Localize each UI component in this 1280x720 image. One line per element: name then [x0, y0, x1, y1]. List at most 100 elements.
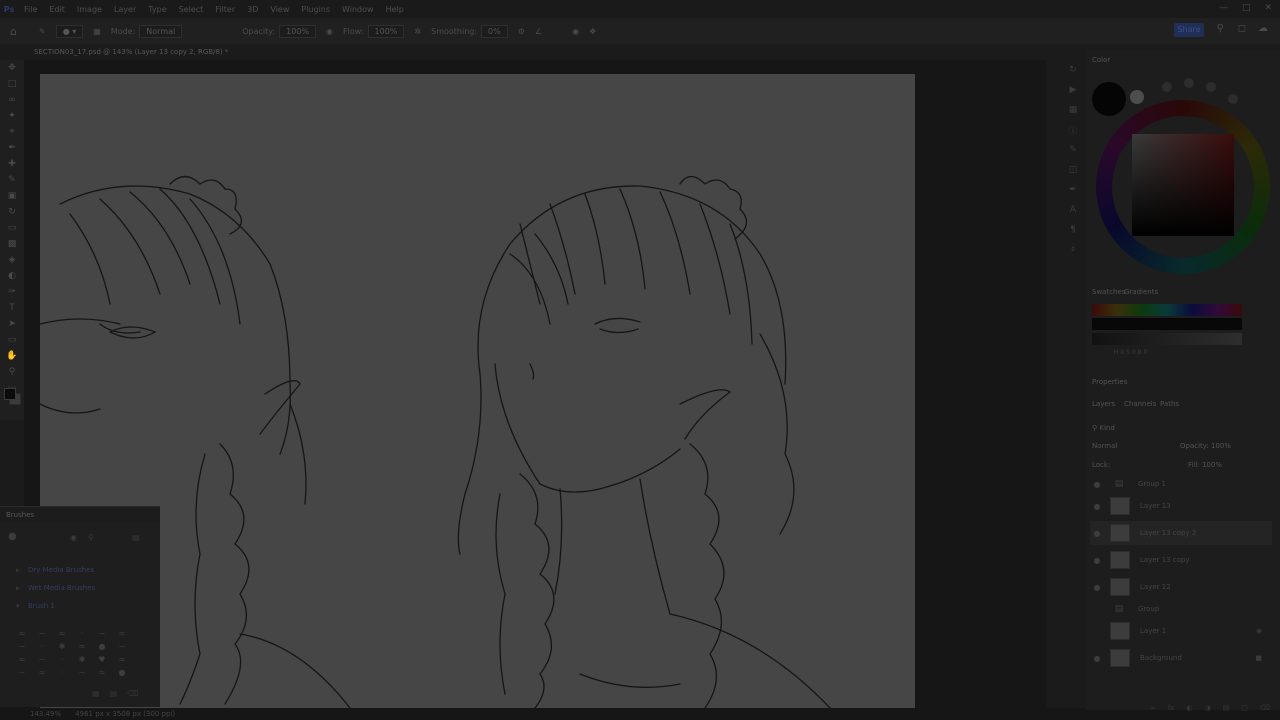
visibility-icon[interactable]: ●	[1090, 480, 1104, 489]
brush-preset[interactable]: ≈	[54, 629, 70, 639]
clone-source-icon[interactable]: ◫	[1062, 160, 1084, 180]
brush-preset[interactable]: ∼	[74, 668, 90, 678]
brush-preset[interactable]: ∼	[14, 642, 30, 652]
hue-slider[interactable]	[1092, 304, 1242, 316]
history-brush-tool-icon[interactable]: ↻	[0, 204, 24, 220]
layer-row-layer-1[interactable]: Layer 1 ◉	[1090, 619, 1272, 643]
menu-image[interactable]: Image	[71, 5, 108, 14]
glyphs-icon[interactable]: ♯	[1062, 240, 1084, 260]
visibility-icon[interactable]: ●	[1090, 529, 1104, 538]
marquee-tool-icon[interactable]: □	[0, 76, 24, 92]
brush-preset[interactable]: ≈	[34, 668, 50, 678]
mode-dropdown[interactable]: Normal	[139, 24, 183, 38]
brush-preset[interactable]: ∼	[94, 629, 110, 639]
visibility-icon[interactable]: ●	[1090, 654, 1104, 663]
color-well[interactable]	[1162, 82, 1172, 92]
background-color-circle[interactable]	[1130, 90, 1144, 104]
eraser-tool-icon[interactable]: ▭	[0, 220, 24, 236]
gray-slider[interactable]	[1092, 333, 1242, 345]
layer-opacity-field[interactable]: 100%	[1211, 442, 1231, 450]
brush-settings-icon[interactable]: ▦	[92, 689, 100, 698]
new-brush-icon[interactable]: ▤	[110, 689, 118, 698]
color-well[interactable]	[1184, 78, 1194, 88]
blur-tool-icon[interactable]: ◈	[0, 252, 24, 268]
layers-tab[interactable]: Layers	[1092, 400, 1115, 408]
zoom-tool-icon[interactable]: ⚲	[0, 364, 24, 380]
document-canvas[interactable]	[40, 74, 915, 708]
crop-tool-icon[interactable]: ⌖	[0, 124, 24, 140]
minimize-icon[interactable]: —	[1219, 3, 1228, 13]
menu-view[interactable]: View	[264, 5, 295, 14]
brush-tool-icon[interactable]: ✎	[0, 172, 24, 188]
swatches-tab[interactable]: Swatches	[1092, 288, 1125, 296]
close-icon[interactable]: ✕	[1264, 3, 1272, 13]
layer-row-layer-13-copy[interactable]: ● Layer 13 copy	[1090, 548, 1272, 572]
brush-settings-icon[interactable]: ▦	[93, 27, 101, 36]
share-button[interactable]: Share	[1174, 23, 1204, 37]
layer-fill-field[interactable]: 100%	[1202, 461, 1222, 469]
opacity-field[interactable]: 100%	[279, 24, 317, 38]
brush-settings-icon[interactable]: ✎	[1062, 140, 1084, 160]
menu-3d[interactable]: 3D	[241, 5, 264, 14]
menu-edit[interactable]: Edit	[43, 5, 71, 14]
menu-help[interactable]: Help	[380, 5, 410, 14]
brush-search-icon[interactable]: ⚲	[88, 533, 94, 542]
zoom-level[interactable]: 143.49%	[30, 710, 61, 718]
new-layer-icon[interactable]: □	[1241, 704, 1248, 712]
character-icon[interactable]: A	[1062, 200, 1084, 220]
brush-preset[interactable]: ●	[94, 642, 110, 652]
properties-panel-title[interactable]: Properties	[1092, 378, 1127, 386]
brush-preset[interactable]: ·	[54, 668, 70, 678]
brush-preset[interactable]: ≈	[114, 629, 130, 639]
visibility-icon[interactable]: ●	[1090, 502, 1104, 511]
new-group-icon[interactable]: ▤	[1223, 704, 1230, 712]
info-icon[interactable]: ⓘ	[1062, 120, 1084, 140]
delete-layer-icon[interactable]: ⌫	[1260, 704, 1270, 712]
libraries-icon[interactable]: ▦	[1062, 100, 1084, 120]
type-tool-icon[interactable]: T	[0, 300, 24, 316]
shape-tool-icon[interactable]: ▭	[0, 332, 24, 348]
brush-preset[interactable]: ✱	[54, 642, 70, 652]
brush-preset[interactable]: ·	[54, 655, 70, 665]
adjustment-layer-icon[interactable]: ◑	[1205, 704, 1211, 712]
workspace-icon[interactable]: ◻	[1238, 23, 1246, 34]
brush-preset[interactable]: ≈	[74, 642, 90, 652]
healing-tool-icon[interactable]: ✚	[0, 156, 24, 172]
brush-group-dry-media[interactable]: ▸ Dry Media Brushes	[0, 561, 160, 579]
symmetry-icon[interactable]: ❖	[589, 27, 596, 36]
path-select-tool-icon[interactable]: ➤	[0, 316, 24, 332]
layer-row-layer-12[interactable]: ● Layer 12	[1090, 575, 1272, 599]
move-tool-icon[interactable]: ✥	[0, 60, 24, 76]
brush-preset[interactable]: ≈	[14, 655, 30, 665]
visibility-icon[interactable]: ●	[1090, 556, 1104, 565]
lasso-tool-icon[interactable]: ∞	[0, 92, 24, 108]
brush-preset[interactable]: ·	[34, 642, 50, 652]
brightness-slider[interactable]	[1092, 318, 1242, 330]
brush-tool-icon[interactable]: ✎	[39, 27, 46, 36]
menu-filter[interactable]: Filter	[209, 5, 241, 14]
gradients-tab[interactable]: Gradients	[1124, 288, 1158, 296]
brush-preset[interactable]: ♥	[94, 655, 110, 665]
angle-icon[interactable]: ∠	[535, 27, 542, 36]
delete-brush-icon[interactable]: ⌫	[127, 689, 138, 698]
layer-row-group-1[interactable]: ● ▤ Group 1	[1090, 472, 1272, 496]
layer-row-group[interactable]: ▤ Group	[1090, 597, 1272, 621]
menu-select[interactable]: Select	[173, 5, 210, 14]
brush-preset[interactable]: ●	[114, 668, 130, 678]
pen-tool-icon[interactable]: ✑	[0, 284, 24, 300]
cloud-icon[interactable]: ☁	[1258, 23, 1268, 34]
hand-tool-icon[interactable]: ✋	[0, 348, 24, 364]
menu-file[interactable]: File	[18, 5, 43, 14]
color-well[interactable]	[1206, 82, 1216, 92]
saturation-brightness-square[interactable]	[1132, 134, 1234, 236]
home-icon[interactable]: ⌂	[10, 25, 17, 38]
new-brush-folder-icon[interactable]: ▤	[132, 533, 140, 542]
brush-group-wet-media[interactable]: ▸ Wet Media Brushes	[0, 579, 160, 597]
color-well[interactable]	[1228, 94, 1238, 104]
menu-plugins[interactable]: Plugins	[295, 5, 336, 14]
paragraph-icon[interactable]: ¶	[1062, 220, 1084, 240]
layer-mask-icon[interactable]: ◐	[1186, 704, 1192, 712]
brush-preset[interactable]: ≈	[114, 655, 130, 665]
maximize-icon[interactable]: □	[1242, 3, 1251, 13]
layer-style-icon[interactable]: fx	[1168, 704, 1175, 712]
